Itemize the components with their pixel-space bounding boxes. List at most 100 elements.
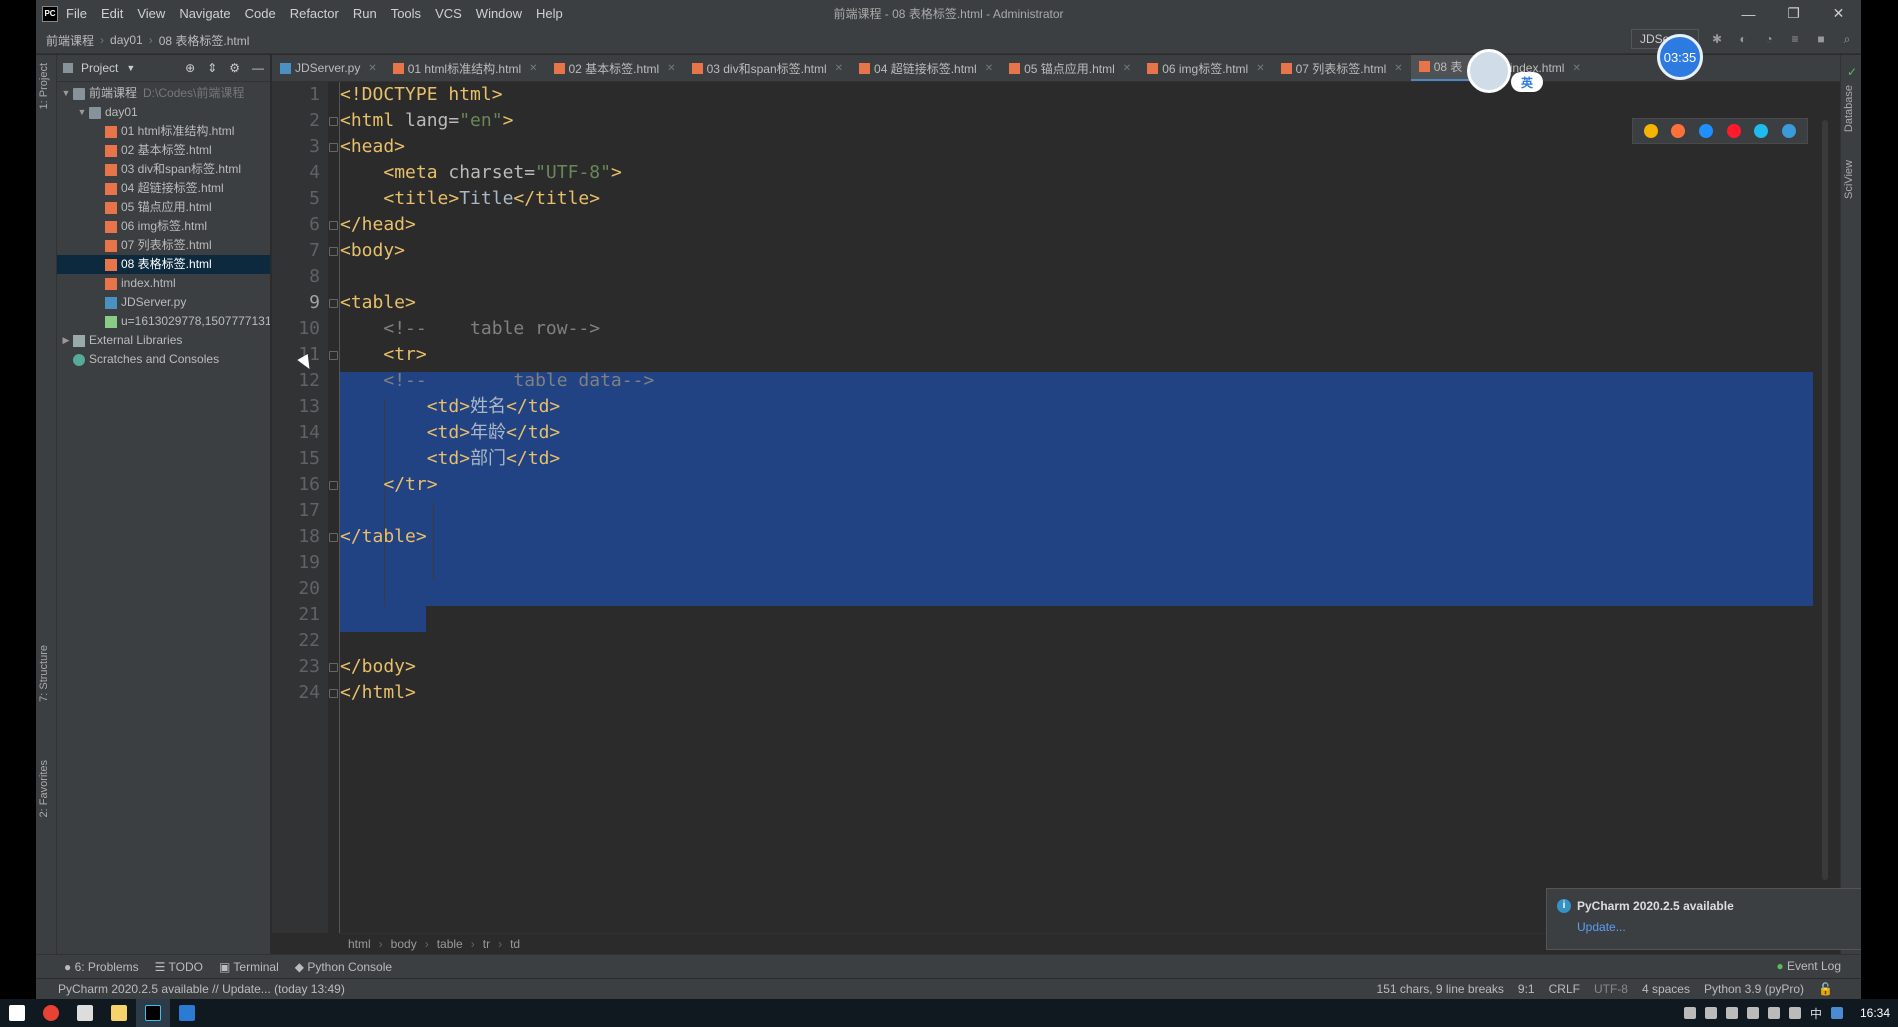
breadcrumb-item[interactable]: tr xyxy=(483,937,490,951)
line-number[interactable]: 20 xyxy=(298,576,320,602)
start-button[interactable] xyxy=(0,999,34,1027)
menu-edit[interactable]: Edit xyxy=(101,6,123,21)
close-tab-icon[interactable]: ✕ xyxy=(368,63,376,74)
editor-scrollbar[interactable] xyxy=(1822,120,1828,880)
ime-indicator[interactable]: 英 xyxy=(1511,72,1543,92)
taskbar-app[interactable] xyxy=(170,999,204,1027)
line-number[interactable]: 4 xyxy=(309,160,320,186)
line-number[interactable]: 7 xyxy=(309,238,320,264)
tree-file[interactable]: u=1613029778,1507777131 xyxy=(57,312,270,331)
fold-marker-icon[interactable] xyxy=(329,117,338,126)
menu-window[interactable]: Window xyxy=(476,6,522,21)
nav-crumb-folder[interactable]: day01 xyxy=(110,33,143,47)
tree-external-libraries[interactable]: ▶ External Libraries xyxy=(57,331,270,350)
menu-tools[interactable]: Tools xyxy=(391,6,421,21)
fold-marker-icon[interactable] xyxy=(329,351,338,360)
taskbar-notes[interactable] xyxy=(68,999,102,1027)
breadcrumb-item[interactable]: body xyxy=(391,937,417,951)
fold-marker-icon[interactable] xyxy=(329,663,338,672)
python-console-tool-button[interactable]: ◆ Python Console xyxy=(295,960,392,974)
line-separator[interactable]: CRLF xyxy=(1549,982,1580,996)
close-tab-icon[interactable]: ✕ xyxy=(667,63,675,74)
line-number[interactable]: 5 xyxy=(309,186,320,212)
status-message[interactable]: PyCharm 2020.2.5 available // Update... … xyxy=(58,982,345,996)
tree-file[interactable]: 01 html标准结构.html xyxy=(57,122,270,141)
fold-marker-icon[interactable] xyxy=(329,481,338,490)
chevron-right-icon[interactable]: ▶ xyxy=(59,331,73,350)
code-editor[interactable]: <!DOCTYPE html> <html lang="en"> <head> <m… xyxy=(340,82,1813,933)
fold-marker-icon[interactable] xyxy=(329,247,338,256)
profile-icon[interactable]: ◔ xyxy=(1761,31,1777,47)
nav-crumb-project[interactable]: 前端课程 xyxy=(46,32,94,49)
restore-button[interactable]: ❐ xyxy=(1771,0,1816,27)
volume-icon[interactable] xyxy=(1788,1007,1801,1019)
file-encoding[interactable]: UTF-8 xyxy=(1594,982,1628,996)
structure-tool-button[interactable]: 7: Structure xyxy=(38,645,50,702)
tree-root[interactable]: ▼ 前端课程 D:\Codes\前端课程 xyxy=(57,84,270,103)
chevron-down-icon[interactable]: ▼ xyxy=(59,84,73,103)
project-view-select[interactable]: Project xyxy=(81,61,118,75)
opera-icon[interactable] xyxy=(1726,124,1741,138)
editor-tab[interactable]: 05 锚点应用.html ✕ xyxy=(1001,55,1139,81)
stop-icon[interactable]: ■ xyxy=(1813,31,1829,47)
indent-setting[interactable]: 4 spaces xyxy=(1642,982,1690,996)
line-number[interactable]: 15 xyxy=(298,446,320,472)
editor-tab[interactable]: 01 html标准结构.html ✕ xyxy=(385,55,546,81)
breadcrumb-item[interactable]: td xyxy=(510,937,520,951)
terminal-tool-button[interactable]: ▣ Terminal xyxy=(219,960,279,974)
interpreter-select[interactable]: Python 3.9 (pyPro) xyxy=(1704,982,1804,996)
line-number[interactable]: 18 xyxy=(298,524,320,550)
fold-marker-icon[interactable] xyxy=(329,143,338,152)
network-icon[interactable] xyxy=(1704,1007,1717,1019)
gear-icon[interactable]: ⚙ xyxy=(229,61,240,75)
editor-tab[interactable]: 07 列表标签.html ✕ xyxy=(1273,55,1411,81)
fold-marker-icon[interactable] xyxy=(329,299,338,308)
line-number[interactable]: 24 xyxy=(298,680,320,706)
menu-view[interactable]: View xyxy=(137,6,165,21)
fold-marker-icon[interactable] xyxy=(329,221,338,230)
menu-file[interactable]: File xyxy=(66,6,87,21)
sciview-tool-button[interactable]: SciView xyxy=(1843,160,1855,199)
close-tab-icon[interactable]: ✕ xyxy=(835,63,843,74)
close-tab-icon[interactable]: ✕ xyxy=(1256,63,1264,74)
line-number[interactable]: 19 xyxy=(298,550,320,576)
chevron-down-icon[interactable]: ▼ xyxy=(126,63,135,73)
line-number[interactable]: 14 xyxy=(298,420,320,446)
collapse-icon[interactable]: ⇕ xyxy=(207,61,217,75)
menu-vcs[interactable]: VCS xyxy=(435,6,462,21)
display-icon[interactable] xyxy=(1767,1007,1780,1019)
close-tab-icon[interactable]: ✕ xyxy=(1123,63,1131,74)
favorites-tool-button[interactable]: 2: Favorites xyxy=(38,760,50,817)
editor-tab[interactable]: 02 基本标签.html ✕ xyxy=(546,55,684,81)
line-number[interactable]: 2 xyxy=(309,108,320,134)
line-number[interactable]: 16 xyxy=(298,472,320,498)
line-number[interactable]: 3 xyxy=(309,134,320,160)
line-number[interactable]: 23 xyxy=(298,654,320,680)
firefox-icon[interactable] xyxy=(1671,124,1686,138)
safari-icon[interactable] xyxy=(1699,124,1714,138)
database-tool-button[interactable]: Database xyxy=(1843,85,1855,132)
lock-icon[interactable]: 🔓 xyxy=(1818,982,1833,996)
taskbar-explorer[interactable] xyxy=(102,999,136,1027)
line-number[interactable]: 13 xyxy=(298,394,320,420)
editor-tab[interactable]: JDServer.py ✕ xyxy=(272,55,385,81)
tree-file[interactable]: 06 img标签.html xyxy=(57,217,270,236)
nav-crumb-file[interactable]: 08 表格标签.html xyxy=(159,32,250,49)
editor-tab[interactable]: 04 超链接标签.html ✕ xyxy=(851,55,1001,81)
line-number[interactable]: 8 xyxy=(309,264,320,290)
edge-icon[interactable] xyxy=(1782,124,1797,138)
breadcrumb-item[interactable]: table xyxy=(437,937,463,951)
problems-tool-button[interactable]: ● 6: Problems xyxy=(64,960,139,974)
taskbar-pycharm[interactable] xyxy=(136,999,170,1027)
editor-tab[interactable]: 06 img标签.html ✕ xyxy=(1139,55,1272,81)
coverage-icon[interactable]: ◐ xyxy=(1735,31,1751,47)
close-tab-icon[interactable]: ✕ xyxy=(1572,63,1580,74)
tree-file[interactable]: JDServer.py xyxy=(57,293,270,312)
locate-icon[interactable]: ⊕ xyxy=(185,61,195,75)
search-icon[interactable]: ⌕ xyxy=(1839,31,1855,47)
menu-help[interactable]: Help xyxy=(536,6,563,21)
tree-scratches[interactable]: Scratches and Consoles xyxy=(57,350,270,369)
input-method-indicator[interactable]: 中 xyxy=(1810,1005,1822,1022)
tree-file[interactable]: 02 基本标签.html xyxy=(57,141,270,160)
menu-code[interactable]: Code xyxy=(245,6,276,21)
